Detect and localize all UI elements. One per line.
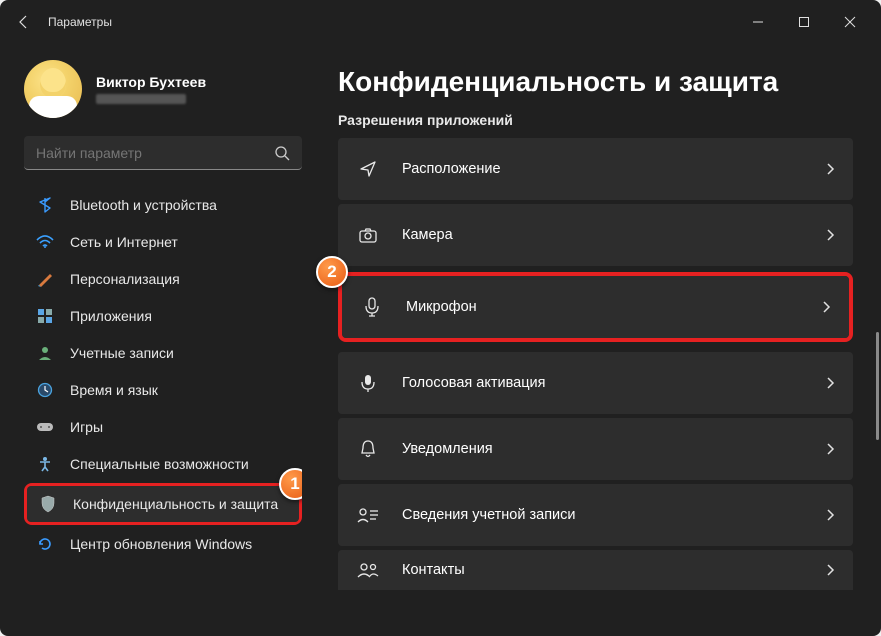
scrollbar-thumb[interactable]	[876, 332, 879, 440]
card-label: Микрофон	[406, 299, 821, 315]
camera-icon	[356, 226, 380, 244]
card-label: Голосовая активация	[402, 375, 825, 391]
sidebar-item-label: Сеть и Интернет	[70, 234, 178, 250]
chevron-right-icon	[825, 508, 835, 522]
chevron-right-icon	[821, 300, 831, 314]
card-label: Расположение	[402, 161, 825, 177]
sidebar-item-label: Центр обновления Windows	[70, 536, 252, 552]
sidebar-item-apps[interactable]: Приложения	[24, 298, 302, 334]
scrollbar[interactable]	[876, 332, 879, 620]
wifi-icon	[34, 231, 56, 253]
sidebar-item-network[interactable]: Сеть и Интернет	[24, 224, 302, 260]
page-title: Конфиденциальность и защита	[338, 66, 853, 98]
location-icon	[356, 159, 380, 179]
sidebar-item-label: Конфиденциальность и защита	[73, 496, 278, 512]
maximize-button[interactable]	[781, 6, 827, 38]
card-account-info[interactable]: Сведения учетной записи	[338, 484, 853, 546]
bell-icon	[356, 439, 380, 459]
sidebar-item-personalization[interactable]: Персонализация	[24, 261, 302, 297]
nav-list: Bluetooth и устройства Сеть и Интернет П…	[24, 186, 302, 636]
profile-block[interactable]: Виктор Бухтеев	[24, 60, 302, 118]
sidebar-item-time-language[interactable]: Время и язык	[24, 372, 302, 408]
annotation-highlight-2: Микрофон 2	[338, 272, 853, 342]
contacts-icon	[356, 562, 380, 578]
brush-icon	[34, 268, 56, 290]
sidebar-item-label: Bluetooth и устройства	[70, 197, 217, 213]
card-notifications[interactable]: Уведомления	[338, 418, 853, 480]
chevron-right-icon	[825, 442, 835, 456]
sidebar-item-label: Игры	[70, 419, 103, 435]
profile-email-redacted	[96, 94, 186, 104]
card-location[interactable]: Расположение	[338, 138, 853, 200]
sidebar: Виктор Бухтеев Bluetooth и устройства Се…	[0, 44, 310, 636]
shield-icon	[37, 493, 59, 515]
close-button[interactable]	[827, 6, 873, 38]
search-icon	[274, 145, 290, 161]
sidebar-item-bluetooth[interactable]: Bluetooth и устройства	[24, 187, 302, 223]
titlebar: Параметры	[0, 0, 881, 44]
sidebar-item-label: Персонализация	[70, 271, 180, 287]
card-voice-activation[interactable]: Голосовая активация	[338, 352, 853, 414]
chevron-right-icon	[825, 228, 835, 242]
accessibility-icon	[34, 453, 56, 475]
annotation-highlight-1: Конфиденциальность и защита 1	[24, 483, 302, 525]
chevron-right-icon	[825, 162, 835, 176]
window-controls	[735, 6, 873, 38]
card-camera[interactable]: Камера	[338, 204, 853, 266]
chevron-right-icon	[825, 376, 835, 390]
card-label: Сведения учетной записи	[402, 507, 825, 523]
card-microphone[interactable]: Микрофон	[342, 276, 849, 338]
card-label: Уведомления	[402, 441, 825, 457]
apps-icon	[34, 305, 56, 327]
annotation-badge-2: 2	[316, 256, 348, 288]
window-title: Параметры	[48, 15, 112, 29]
update-icon	[34, 533, 56, 555]
sidebar-item-gaming[interactable]: Игры	[24, 409, 302, 445]
sidebar-item-accounts[interactable]: Учетные записи	[24, 335, 302, 371]
sidebar-item-accessibility[interactable]: Специальные возможности	[24, 446, 302, 482]
sidebar-item-windows-update[interactable]: Центр обновления Windows	[24, 526, 302, 562]
card-contacts[interactable]: Контакты	[338, 550, 853, 590]
sidebar-item-label: Время и язык	[70, 382, 158, 398]
sidebar-item-label: Приложения	[70, 308, 152, 324]
gamepad-icon	[34, 416, 56, 438]
clock-globe-icon	[34, 379, 56, 401]
sidebar-item-privacy[interactable]: Конфиденциальность и защита	[27, 486, 299, 522]
search-input[interactable]	[36, 145, 274, 161]
microphone-icon	[360, 296, 384, 318]
settings-window: Параметры Виктор Бухтеев	[0, 0, 881, 636]
account-info-icon	[356, 506, 380, 524]
search-box[interactable]	[24, 136, 302, 170]
sidebar-item-label: Специальные возможности	[70, 456, 249, 472]
person-icon	[34, 342, 56, 364]
content-area: Конфиденциальность и защита Разрешения п…	[310, 44, 881, 636]
avatar	[24, 60, 82, 118]
minimize-button[interactable]	[735, 6, 781, 38]
profile-name: Виктор Бухтеев	[96, 74, 206, 90]
bluetooth-icon	[34, 194, 56, 216]
voice-icon	[356, 372, 380, 394]
section-header: Разрешения приложений	[338, 112, 853, 128]
card-label: Контакты	[402, 562, 825, 578]
card-label: Камера	[402, 227, 825, 243]
back-button[interactable]	[8, 6, 40, 38]
sidebar-item-label: Учетные записи	[70, 345, 174, 361]
chevron-right-icon	[825, 563, 835, 577]
